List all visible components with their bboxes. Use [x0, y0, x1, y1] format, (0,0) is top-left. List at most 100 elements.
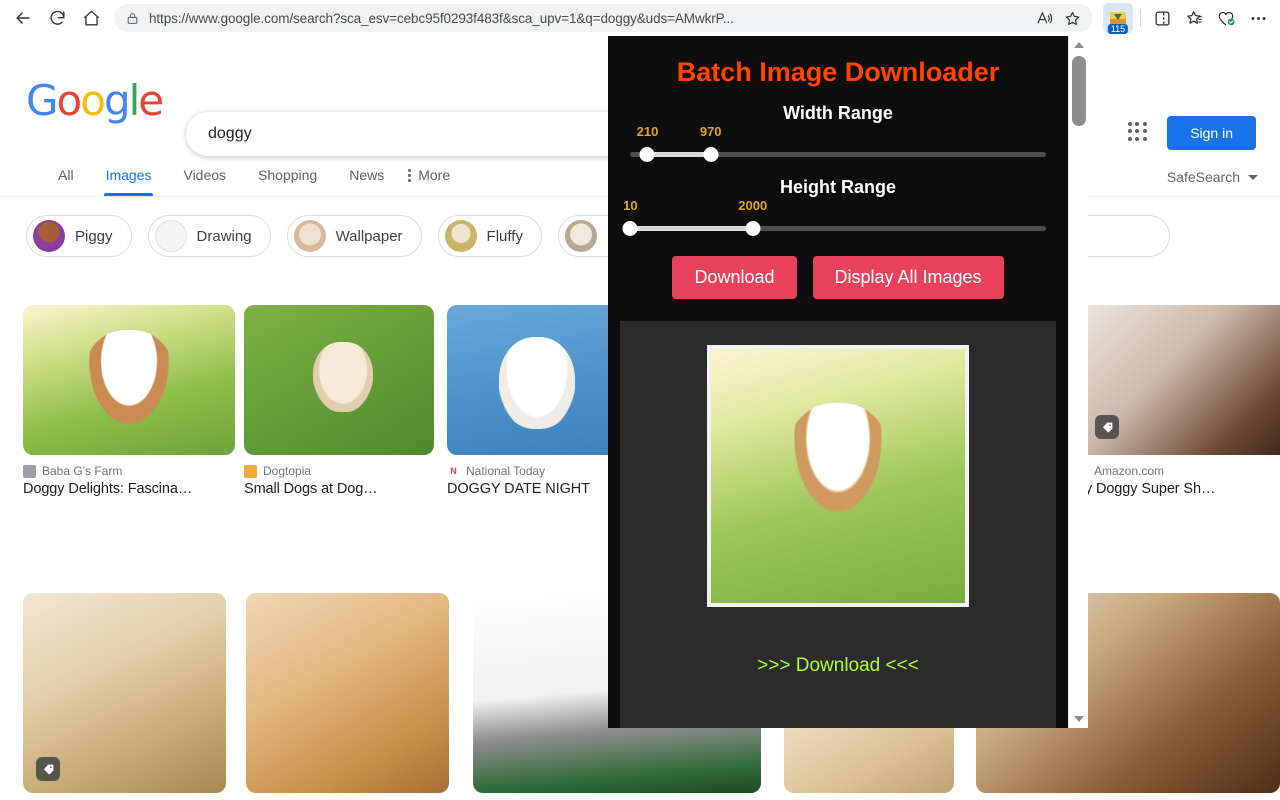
result-thumbnail[interactable] — [23, 305, 235, 455]
tab-news[interactable]: News — [333, 167, 400, 196]
logo-letter: o — [80, 76, 106, 125]
source-name: National Today — [466, 464, 546, 478]
chip-piggy[interactable]: Piggy — [26, 215, 132, 257]
browser-essentials-button[interactable] — [1210, 3, 1242, 33]
logo-letter: l — [128, 76, 141, 125]
width-min-value: 210 — [636, 124, 659, 139]
safesearch-dropdown[interactable]: SafeSearch — [1167, 169, 1258, 185]
source-name: Baba G's Farm — [42, 464, 123, 478]
toolbar-divider — [1140, 9, 1141, 27]
chip-fluffy[interactable]: Fluffy — [437, 215, 542, 257]
chip-label: Fluffy — [486, 227, 523, 245]
shopping-tag-badge — [1095, 415, 1119, 439]
lock-icon — [126, 11, 139, 26]
download-link[interactable]: >>> Download <<< — [620, 655, 1056, 705]
result-meta: N National Today DOGGY DATE NIGHT — [447, 464, 617, 497]
result-source: Dogtopia — [244, 464, 434, 478]
extension-content: Batch Image Downloader Width Range 210 9… — [608, 36, 1068, 728]
chip-thumbnail — [293, 220, 326, 252]
read-aloud-icon[interactable] — [1031, 5, 1057, 31]
height-min-value: 10 — [623, 198, 638, 213]
result-title: Small Dogs at Dog… — [244, 481, 378, 497]
chevron-down-icon — [1248, 174, 1258, 180]
height-max-value: 2000 — [738, 198, 768, 213]
result-title: DOGGY DATE NIGHT — [447, 481, 590, 497]
result-item[interactable]: Amazon.com oggy Doggy Super Sh… — [1064, 305, 1280, 497]
logo-letter: e — [138, 76, 164, 125]
result-source: N National Today — [447, 464, 617, 478]
logo-letter: g — [103, 76, 131, 125]
tab-more-label: More — [418, 167, 451, 183]
result-item[interactable]: N National Today DOGGY DATE NIGHT — [447, 305, 617, 497]
result-thumbnail[interactable] — [447, 305, 617, 455]
result-title: oggy Doggy Super Sh… — [1064, 481, 1216, 497]
url-text: https://www.google.com/search?sca_esv=ce… — [149, 10, 734, 26]
result-thumbnail[interactable] — [246, 593, 449, 793]
chip-label: Piggy — [75, 227, 113, 245]
panel-scrollbar[interactable] — [1068, 36, 1088, 728]
google-logo[interactable]: Google — [26, 76, 164, 125]
safesearch-label: SafeSearch — [1166, 169, 1240, 185]
height-slider-min-handle[interactable] — [622, 221, 638, 236]
address-bar[interactable]: https://www.google.com/search?sca_esv=ce… — [114, 4, 1093, 32]
browser-toolbar: https://www.google.com/search?sca_esv=ce… — [0, 0, 1280, 36]
height-slider-fill — [630, 226, 753, 231]
download-button[interactable]: Download — [672, 256, 797, 299]
result-thumbnail[interactable] — [23, 593, 226, 793]
shopping-tag-badge — [36, 757, 60, 781]
tab-all[interactable]: All — [42, 167, 90, 196]
batch-image-downloader-extension-button[interactable]: 115 — [1103, 3, 1133, 34]
home-button[interactable] — [74, 3, 108, 33]
width-slider-fill — [647, 152, 711, 157]
source-name: Dogtopia — [263, 464, 312, 478]
collections-button[interactable] — [1178, 3, 1210, 33]
action-buttons: Download Display All Images — [608, 256, 1068, 299]
height-slider-max-handle[interactable] — [745, 221, 761, 236]
result-meta: Dogtopia Small Dogs at Dog… — [244, 464, 434, 497]
display-all-images-button[interactable]: Display All Images — [812, 256, 1004, 299]
tab-videos[interactable]: Videos — [167, 167, 242, 196]
settings-and-more-button[interactable] — [1242, 3, 1274, 33]
result-meta: Amazon.com oggy Doggy Super Sh… — [1064, 464, 1280, 497]
width-range-slider[interactable]: 210 970 — [630, 124, 1046, 162]
width-max-value: 970 — [699, 124, 722, 139]
triangle-up-icon — [1074, 42, 1084, 48]
result-item[interactable]: Online High Street — [23, 593, 226, 800]
result-thumbnail[interactable] — [244, 305, 434, 455]
logo-letter: o — [56, 76, 83, 125]
source-favicon-icon — [244, 464, 257, 478]
result-item[interactable]: Dogtopia Small Dogs at Dog… — [244, 305, 434, 497]
chip-label: Wallpaper — [335, 227, 403, 245]
source-name: Amazon.com — [1094, 464, 1165, 478]
result-item[interactable]: Baba G's Farm Doggy Delights: Fascina… — [23, 305, 235, 497]
width-slider-min-handle[interactable] — [639, 147, 655, 162]
image-preview-card: >>> Download <<< — [620, 321, 1056, 728]
source-favicon-icon — [23, 464, 36, 478]
preview-image[interactable] — [707, 345, 969, 607]
favorites-star-icon[interactable] — [1059, 5, 1085, 31]
height-range-slider[interactable]: 10 2000 — [622, 198, 1046, 236]
height-range-label: Height Range — [779, 177, 896, 197]
result-item[interactable]: f Facebook — [246, 593, 449, 800]
result-source: Amazon.com — [1075, 464, 1280, 478]
chip-thumbnail — [33, 220, 65, 252]
sign-in-button[interactable]: Sign in — [1167, 116, 1256, 150]
back-button[interactable] — [6, 3, 40, 33]
tab-shopping[interactable]: Shopping — [242, 167, 333, 196]
chip-drawing[interactable]: Drawing — [147, 215, 271, 257]
triangle-down-icon — [1074, 716, 1084, 722]
scrollbar-up-arrow[interactable] — [1069, 36, 1088, 54]
batch-image-downloader-panel: Batch Image Downloader Width Range 210 9… — [608, 36, 1088, 728]
chip-wallpaper[interactable]: Wallpaper — [286, 215, 422, 257]
chip-thumbnail — [154, 220, 187, 252]
tab-images[interactable]: Images — [90, 167, 168, 196]
tab-more[interactable]: More — [400, 167, 466, 196]
result-thumbnail[interactable] — [1075, 305, 1280, 455]
refresh-button[interactable] — [40, 3, 74, 33]
split-screen-button[interactable] — [1146, 3, 1178, 33]
scrollbar-thumb[interactable] — [1072, 56, 1086, 126]
google-apps-icon[interactable] — [1126, 120, 1150, 144]
scrollbar-down-arrow[interactable] — [1069, 710, 1088, 728]
more-dots-icon — [408, 168, 412, 182]
width-slider-max-handle[interactable] — [703, 147, 719, 162]
